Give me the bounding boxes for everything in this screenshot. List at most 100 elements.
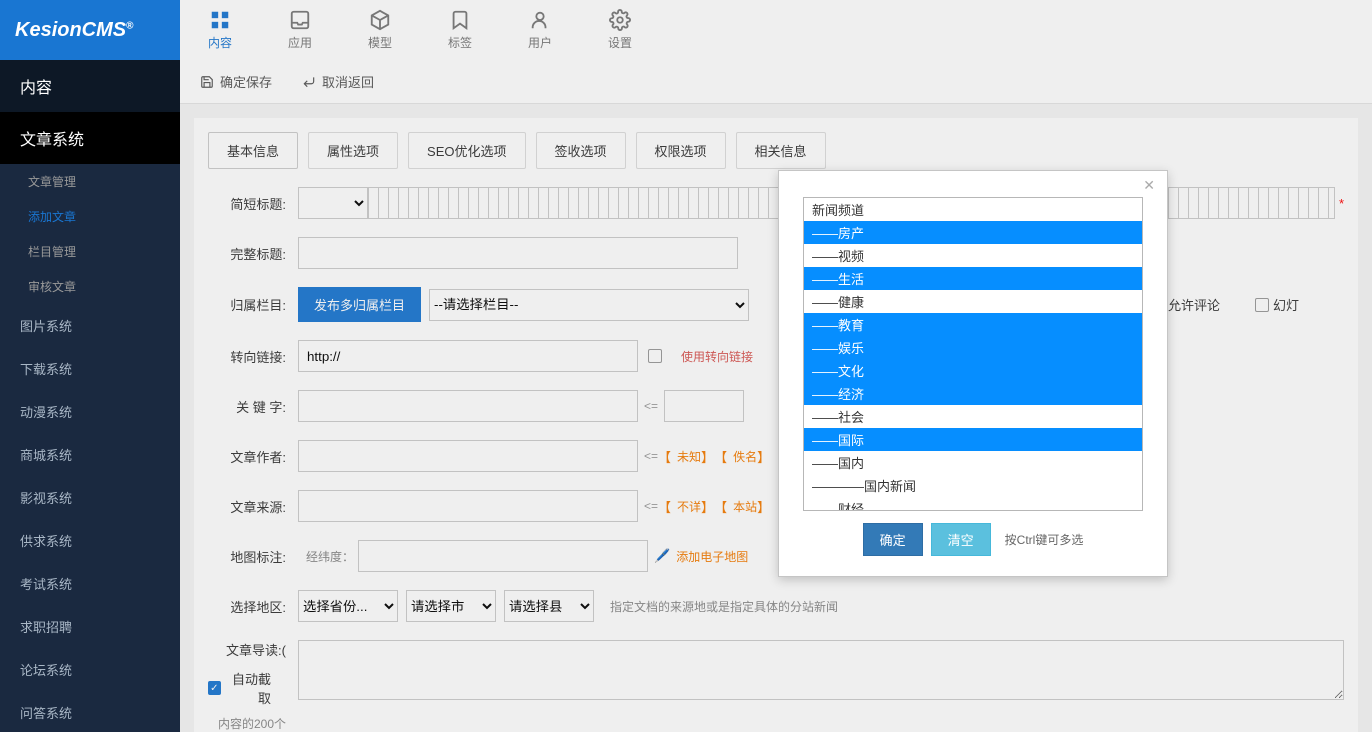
author-input[interactable] [298,440,638,472]
sidebar-item[interactable]: 下载系统 [0,347,180,390]
category-option[interactable]: ——教育 [804,313,1142,336]
cube-icon [369,9,391,31]
topnav-item-apps[interactable]: 内容 [180,0,260,60]
topnav-item-user[interactable]: 用户 [500,0,580,60]
form-tab[interactable]: 相关信息 [736,132,826,169]
sidebar-item[interactable]: 图片系统 [0,304,180,347]
sidebar-subitem[interactable]: 审核文章 [0,269,180,304]
use-redirect-checkbox[interactable] [648,349,666,363]
author-preset-anon[interactable]: 佚名 [733,448,757,465]
category-option[interactable]: ——文化 [804,359,1142,382]
city-select[interactable]: 请选择市 [406,590,496,622]
region-hint: 指定文档的来源地或是指定具体的分站新闻 [610,598,838,615]
apps-icon [209,9,231,31]
add-map-link[interactable]: 添加电子地图 [676,548,748,565]
category-option[interactable]: ——健康 [804,290,1142,313]
topnav-item-gear[interactable]: 设置 [580,0,660,60]
brand-sup: ® [126,20,133,31]
form-tab[interactable]: SEO优化选项 [408,132,525,169]
form-tabs: 基本信息属性选项 SEO优化选项签收选项权限选项相关信息 [208,132,1344,169]
save-label: 确定保存 [220,72,272,91]
category-option[interactable]: ——社会 [804,405,1142,428]
category-list[interactable]: 新闻频道——房产——视频——生活——健康——教育——娱乐——文化——经济——社会… [803,197,1143,511]
brand-name: KesionCMS [15,19,126,41]
category-option[interactable]: ——财经 [804,497,1142,511]
sidebar-item[interactable]: 影视系统 [0,476,180,519]
content-area: 基本信息属性选项 SEO优化选项签收选项权限选项相关信息 简短标题: * 完整标题… [180,104,1372,732]
topnav-item-cube[interactable]: 模型 [340,0,420,60]
form-tab[interactable]: 签收选项 [536,132,626,169]
author-preset-unknown[interactable]: 未知 [677,448,701,465]
save-icon [200,75,214,89]
category-option[interactable]: ——国际 [804,428,1142,451]
form-tab[interactable]: 属性选项 [308,132,398,169]
form-tab[interactable]: 基本信息 [208,132,298,169]
intro-label: 文章导读:( [208,640,286,659]
top-nav: 内容应用模型标签用户设置 [180,0,1372,60]
source-label: 文章来源: [208,497,298,516]
modal-ok-button[interactable]: 确定 [863,523,923,556]
map-lonlat-input[interactable] [358,540,648,572]
source-input[interactable] [298,490,638,522]
slide-checkbox[interactable]: 幻灯 [1255,295,1299,314]
author-label: 文章作者: [208,447,298,466]
back-icon [302,75,316,89]
redirect-label: 转向链接: [208,347,298,366]
gear-icon [609,9,631,31]
category-option[interactable]: ——经济 [804,382,1142,405]
auto-cut-checkbox[interactable]: ✓自动截取 [208,669,271,707]
required-marker: * [1339,196,1344,211]
modal-close-icon[interactable]: ✕ [1143,177,1155,194]
region-label: 选择地区: [208,597,298,616]
cancel-label: 取消返回 [322,72,374,91]
topnav-item-inbox[interactable]: 应用 [260,0,340,60]
category-modal: ✕ 新闻频道——房产——视频——生活——健康——教育——娱乐——文化——经济——… [778,170,1168,577]
full-title-label: 完整标题: [208,244,298,263]
title-prefix-select[interactable] [298,187,368,219]
sidebar-item[interactable]: 论坛系统 [0,648,180,691]
source-preset-site[interactable]: 本站 [733,498,757,515]
category-option[interactable]: ——房产 [804,221,1142,244]
sidebar-item[interactable]: 动漫系统 [0,390,180,433]
sidebar-item[interactable]: 考试系统 [0,562,180,605]
sidebar-item[interactable]: 供求系统 [0,519,180,562]
content-count-hint: 内容的200个 [216,715,286,732]
full-title-input[interactable] [298,237,738,269]
short-title-label: 简短标题: [208,194,298,213]
map-icon: 🖊️ [654,548,670,564]
multi-category-button[interactable]: 发布多归属栏目 [298,287,421,322]
category-option[interactable]: ——视频 [804,244,1142,267]
province-select[interactable]: 选择省份... [298,590,398,622]
keyword-aux-input[interactable] [664,390,744,422]
header: KesionCMS® 内容应用模型标签用户设置 [0,0,1372,60]
sidebar-item[interactable]: 问答系统 [0,691,180,732]
sidebar-subitem[interactable]: 文章管理 [0,164,180,199]
intro-textarea[interactable] [298,640,1344,700]
keyword-input[interactable] [298,390,638,422]
category-select[interactable]: --请选择栏目-- [429,289,749,321]
inbox-icon [289,9,311,31]
user-icon [529,9,551,31]
sidebar-subitem[interactable]: 添加文章 [0,199,180,234]
county-select[interactable]: 请选择县 [504,590,594,622]
category-option[interactable]: ——国内 [804,451,1142,474]
form-tab[interactable]: 权限选项 [636,132,726,169]
category-option[interactable]: 新闻频道 [804,198,1142,221]
sidebar-item[interactable]: 商城系统 [0,433,180,476]
keyword-label: 关 键 字: [208,397,298,416]
cancel-button[interactable]: 取消返回 [302,72,374,91]
redirect-input[interactable] [298,340,638,372]
sidebar-subitem[interactable]: 栏目管理 [0,234,180,269]
topnav-item-bookmark[interactable]: 标签 [420,0,500,60]
sidebar-current-module[interactable]: 文章系统 [0,112,180,164]
sidebar-item[interactable]: 求职招聘 [0,605,180,648]
category-option[interactable]: ——娱乐 [804,336,1142,359]
category-option[interactable]: ————国内新闻 [804,474,1142,497]
source-preset-unknown[interactable]: 不详 [677,498,701,515]
toolbar: 确定保存 取消返回 [180,60,1372,104]
use-redirect-label: 使用转向链接 [681,348,753,365]
modal-clear-button[interactable]: 清空 [931,523,991,556]
category-option[interactable]: ——生活 [804,267,1142,290]
save-button[interactable]: 确定保存 [200,72,272,91]
brand-logo: KesionCMS® [0,0,180,60]
